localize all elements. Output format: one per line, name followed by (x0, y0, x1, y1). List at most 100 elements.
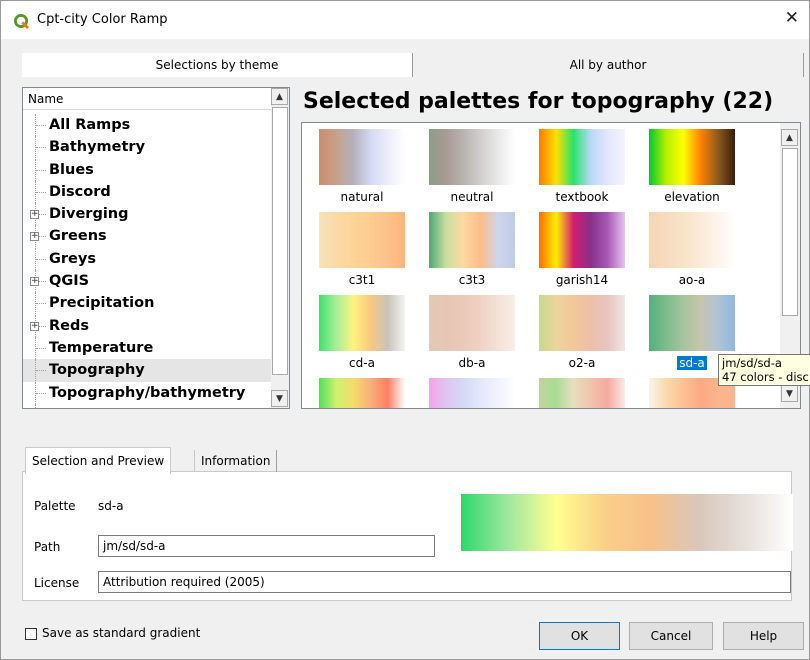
license-label: License (34, 576, 80, 590)
palette-swatch[interactable] (539, 378, 625, 408)
tab-selections-by-theme[interactable]: Selections by theme (22, 53, 412, 77)
palette-swatch[interactable] (649, 212, 735, 268)
tree-item-label: Temperature (49, 339, 154, 356)
palette-name: c3t1 (348, 273, 376, 287)
palette-item[interactable]: cd-a (319, 295, 405, 371)
tree-item-label: Reds (49, 317, 90, 334)
scroll-down-arrow-icon[interactable]: ▼ (781, 385, 798, 402)
palette-item[interactable] (429, 378, 515, 408)
scroll-down-arrow-icon[interactable]: ▼ (271, 390, 288, 407)
license-field[interactable]: Attribution required (2005) (98, 571, 791, 593)
palette-item[interactable]: garish14 (539, 212, 625, 288)
tree-item[interactable]: Precipitation (23, 292, 271, 315)
tree-scrollbar[interactable]: ▲ ▼ (271, 88, 289, 408)
expand-icon[interactable]: + (30, 210, 39, 220)
help-button[interactable]: Help (723, 622, 804, 650)
tab-information[interactable]: Information (194, 450, 278, 472)
palette-swatch[interactable] (319, 129, 405, 185)
palette-item[interactable] (319, 378, 405, 408)
tree-item[interactable]: Temperature (23, 336, 271, 359)
palettes-heading: Selected palettes for topography (22) (303, 89, 774, 114)
palette-swatch[interactable] (319, 295, 405, 351)
palette-item[interactable]: elevation (649, 129, 735, 205)
tree-item-label: All Ramps (49, 117, 131, 133)
palette-item[interactable] (539, 378, 625, 408)
palette-item[interactable]: natural (319, 129, 405, 205)
tree-branch-line (35, 381, 49, 404)
tree-item[interactable]: Blues (23, 158, 271, 181)
palette-swatch[interactable] (539, 295, 625, 351)
palette-swatch[interactable] (539, 212, 625, 268)
palette-item[interactable]: ao-a (649, 212, 735, 288)
palette-item[interactable]: c3t3 (429, 212, 515, 288)
tree-item[interactable]: All Ramps (23, 114, 271, 136)
palette-label: elevation (649, 189, 735, 205)
tab-all-by-author[interactable]: All by author (413, 53, 803, 77)
tree-item-label: Diverging (49, 206, 129, 223)
palette-label: natural (319, 189, 405, 205)
ok-button[interactable]: OK (539, 622, 620, 650)
palette-swatch[interactable] (429, 212, 515, 268)
tree-item-label: QGIS (49, 273, 90, 290)
palette-name: elevation (664, 190, 720, 204)
tree-item[interactable]: Topography (23, 359, 271, 382)
window-title: Cpt-city Color Ramp (37, 12, 168, 27)
tree-branch-line (35, 292, 49, 315)
scroll-up-arrow-icon[interactable]: ▲ (271, 88, 288, 105)
tree-item-label: Greys (49, 250, 96, 267)
tree-item[interactable]: + Reds (23, 314, 271, 337)
tree-item[interactable]: Greys (23, 247, 271, 270)
palette-swatch[interactable] (319, 378, 405, 408)
tree-header-name[interactable]: Name (23, 88, 271, 110)
tree-item[interactable]: Topography/bathymetry (23, 381, 271, 404)
tab-divider (803, 53, 804, 77)
tab-selection-and-preview[interactable]: Selection and Preview (25, 447, 172, 474)
palette-label: neutral (429, 189, 515, 205)
save-standard-label[interactable]: Save as standard gradient (42, 626, 200, 640)
save-standard-checkbox[interactable] (25, 628, 37, 640)
tree-item[interactable]: + Diverging (23, 203, 271, 226)
tree-branch-line (35, 114, 49, 136)
tree-item[interactable]: + Greens (23, 225, 271, 248)
palette-swatch[interactable] (649, 129, 735, 185)
palette-value: sd-a (98, 499, 124, 513)
palette-swatch[interactable] (319, 212, 405, 268)
palette-item[interactable]: db-a (429, 295, 515, 371)
tree-item[interactable]: Discord (23, 180, 271, 203)
tree-branch-line (35, 336, 49, 359)
theme-tree[interactable]: Name All Ramps Bathymetry Blues Discord + Div… (22, 87, 290, 409)
expand-icon[interactable]: + (30, 321, 39, 331)
palette-scroll-thumb[interactable] (782, 148, 798, 316)
tree-item[interactable]: Top of the (cpt) palettes (23, 403, 271, 408)
palette-swatch[interactable] (649, 295, 735, 351)
tree-item[interactable]: + QGIS (23, 270, 271, 293)
tree-item-label: Discord (49, 183, 111, 200)
palette-swatch[interactable] (429, 378, 515, 408)
path-field[interactable]: jm/sd/sd-a (98, 535, 435, 557)
palette-swatch[interactable] (539, 129, 625, 185)
palette-item[interactable]: neutral (429, 129, 515, 205)
palette-label: db-a (429, 355, 515, 371)
palette-item[interactable]: textbook (539, 129, 625, 205)
palette-swatch[interactable] (429, 129, 515, 185)
palette-tooltip: jm/sd/sd-a 47 colors - disc (718, 354, 810, 386)
tree-item[interactable]: Bathymetry (23, 136, 271, 159)
palette-name: garish14 (555, 273, 609, 287)
cancel-button[interactable]: Cancel (629, 622, 713, 650)
tree-branch-line (35, 359, 49, 382)
expand-icon[interactable]: + (30, 232, 39, 242)
tree-item-label: Topography/bathymetry (49, 384, 246, 401)
tree-scroll-thumb[interactable] (272, 107, 288, 375)
palette-label: ao-a (649, 272, 735, 288)
tree-item-label: Top of the (cpt) palettes (49, 407, 247, 408)
palette-swatch[interactable] (429, 295, 515, 351)
tree-item-label: Topography (49, 362, 145, 379)
palette-item[interactable]: c3t1 (319, 212, 405, 288)
palette-item[interactable]: o2-a (539, 295, 625, 371)
tree-item-label: Precipitation (49, 295, 155, 312)
expand-icon[interactable]: + (30, 277, 39, 287)
close-icon[interactable]: ✕ (785, 8, 799, 28)
palette-name: db-a (458, 356, 486, 370)
tooltip-line: 47 colors - disc (722, 370, 809, 384)
scroll-up-arrow-icon[interactable]: ▲ (781, 129, 798, 146)
